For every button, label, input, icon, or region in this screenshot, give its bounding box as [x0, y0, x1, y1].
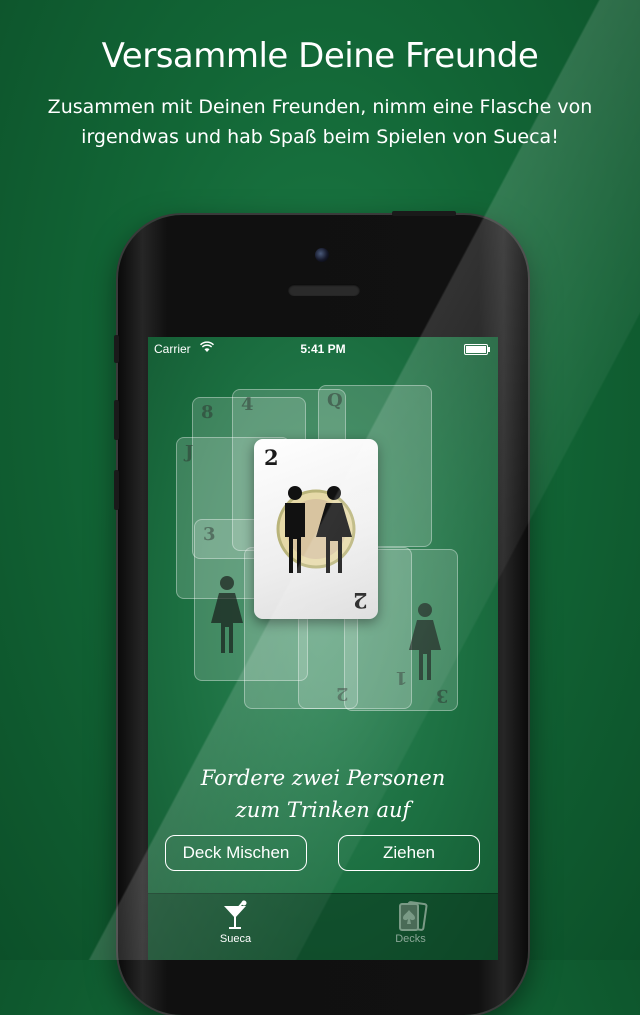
- volume-up-button: [114, 400, 119, 440]
- card-rank: Q: [327, 390, 343, 411]
- woman-figure-icon: [409, 603, 441, 680]
- card-rank: 1: [395, 667, 408, 688]
- card-rank: 4: [241, 394, 254, 415]
- promo-subtitle-line-2: irgendwas und hab Spaß beim Spielen von …: [81, 126, 559, 148]
- card-rank-top: 2: [264, 445, 279, 470]
- current-card[interactable]: 2 2: [254, 439, 378, 619]
- challenge-text: Fordere zwei Personen zum Trinken auf: [148, 762, 498, 826]
- card-rank: 2: [336, 683, 349, 704]
- card-rank: 3: [436, 685, 449, 706]
- earpiece-speaker: [288, 284, 360, 296]
- shuffle-deck-button[interactable]: Deck Mischen: [165, 835, 307, 871]
- volume-down-button: [114, 470, 119, 510]
- mute-switch: [114, 335, 119, 363]
- promo-subtitle: Zusammen mit Deinen Freunden, nimm eine …: [40, 92, 600, 152]
- tab-sueca[interactable]: Sueca: [148, 894, 323, 960]
- tab-label-sueca: Sueca: [219, 933, 252, 945]
- card-rank-bottom: 2: [353, 588, 368, 613]
- tab-bar: Sueca Decks: [148, 893, 498, 960]
- power-button: [392, 211, 456, 216]
- card-stack[interactable]: 8 4 Q J 3 6 1 3 2: [148, 337, 498, 757]
- draw-card-button[interactable]: Ziehen: [338, 835, 480, 871]
- promo-title: Versammle Deine Freunde: [101, 36, 539, 76]
- promo-subtitle-line-1: Zusammen mit Deinen Freunden, nimm eine …: [47, 96, 593, 118]
- card-rank: 3: [203, 524, 216, 545]
- woman-figure-icon: [211, 576, 243, 653]
- tab-decks[interactable]: Decks: [323, 894, 498, 960]
- cards-deck-icon: [395, 900, 429, 937]
- couple-figures-icon: [276, 486, 356, 573]
- card-rank: 8: [201, 402, 214, 423]
- tab-label-decks: Decks: [395, 933, 426, 945]
- card-rank: J: [185, 442, 194, 463]
- challenge-line-1: Fordere zwei Personen: [200, 766, 446, 790]
- front-camera: [315, 248, 329, 262]
- app-screen: Carrier 5:41 PM 8 4 Q J 3 1 3 2 2 2 Ford…: [148, 337, 498, 960]
- cocktail-glass-icon: [220, 900, 250, 937]
- challenge-line-2: zum Trinken auf: [235, 798, 411, 822]
